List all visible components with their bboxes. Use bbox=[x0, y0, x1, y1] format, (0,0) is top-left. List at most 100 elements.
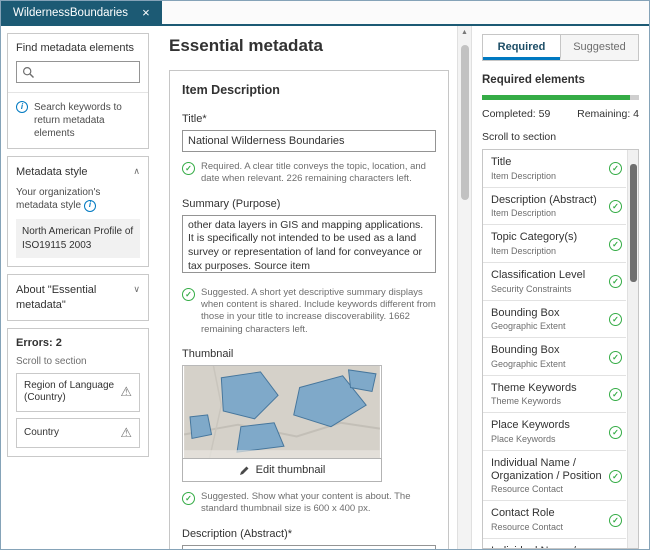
section-item-title: Individual Name / Organization / Positio… bbox=[491, 545, 605, 549]
editor-toolbar: AI ∨ ∨ A ∨ bbox=[183, 546, 435, 549]
search-icon bbox=[22, 66, 35, 79]
search-input[interactable] bbox=[35, 66, 134, 78]
edit-thumbnail-button[interactable]: Edit thumbnail bbox=[182, 458, 382, 482]
about-header[interactable]: About "Essential metadata" ∨ bbox=[16, 283, 140, 312]
section-item-text: Contact Role Resource Contact bbox=[491, 507, 563, 532]
view-tab-label: WildernessBoundaries bbox=[13, 7, 128, 19]
errors-count: Errors: 2 bbox=[16, 337, 140, 349]
section-list-item[interactable]: Individual Name / Organization / Positio… bbox=[483, 451, 626, 501]
section-item-group: Place Keywords bbox=[491, 434, 570, 444]
section-item-title: Bounding Box bbox=[491, 307, 566, 320]
tab-suggested[interactable]: Suggested bbox=[560, 35, 638, 60]
description-field-label: Description (Abstract)* bbox=[182, 528, 436, 540]
about-box: About "Essential metadata" ∨ bbox=[7, 274, 149, 321]
warning-icon: ⚠ bbox=[120, 425, 132, 441]
progress-fill bbox=[482, 95, 630, 100]
section-item-text: Individual Name / Organization / Positio… bbox=[491, 457, 605, 494]
editor-scrollbar[interactable]: ▲ bbox=[457, 26, 471, 549]
metadata-style-hint: Your organization's metadata stylei bbox=[16, 186, 140, 212]
error-item[interactable]: Country ⚠ bbox=[16, 418, 140, 448]
complete-check-icon: ✓ bbox=[609, 275, 622, 288]
find-metadata-box: Find metadata elements i Search keywords… bbox=[7, 33, 149, 149]
error-item[interactable]: Region of Language (Country) ⚠ bbox=[16, 373, 140, 412]
pencil-icon bbox=[239, 465, 250, 476]
section-list-item[interactable]: Classification Level Security Constraint… bbox=[483, 263, 626, 301]
section-item-title: Place Keywords bbox=[491, 419, 570, 432]
section-item-group: Theme Keywords bbox=[491, 396, 577, 406]
divider bbox=[8, 92, 148, 93]
section-list-item[interactable]: Title Item Description ✓ bbox=[483, 150, 626, 188]
errors-scroll-label: Scroll to section bbox=[16, 356, 140, 367]
section-item-text: Place Keywords Place Keywords bbox=[491, 419, 570, 444]
summary-note: ✓ Suggested. A short yet descriptive sum… bbox=[182, 287, 436, 336]
section-list-item[interactable]: Description (Abstract) Item Description … bbox=[483, 188, 626, 226]
summary-field-label: Summary (Purpose) bbox=[182, 198, 436, 210]
remaining-count: Remaining: 4 bbox=[577, 108, 639, 120]
section-item-title: Classification Level bbox=[491, 269, 585, 282]
section-list: Title Item Description ✓ Description (Ab… bbox=[482, 149, 639, 549]
info-icon[interactable]: i bbox=[16, 101, 28, 113]
scroll-to-section-label: Scroll to section bbox=[482, 131, 639, 143]
rich-text-editor: AI ∨ ∨ A ∨ bbox=[182, 545, 436, 549]
summary-textarea[interactable]: other data layers in GIS and mapping app… bbox=[182, 215, 436, 273]
complete-check-icon: ✓ bbox=[609, 238, 622, 251]
section-item-group: Resource Contact bbox=[491, 484, 605, 494]
tab-required[interactable]: Required bbox=[483, 35, 560, 60]
section-item-text: Bounding Box Geographic Extent bbox=[491, 344, 566, 369]
close-tab-icon[interactable]: × bbox=[142, 6, 150, 19]
section-list-item[interactable]: Bounding Box Geographic Extent ✓ bbox=[483, 301, 626, 339]
section-item-group: Resource Contact bbox=[491, 522, 563, 532]
section-item-text: Bounding Box Geographic Extent bbox=[491, 307, 566, 332]
error-list: Region of Language (Country) ⚠ Country ⚠ bbox=[16, 373, 140, 448]
page-title: Essential metadata bbox=[169, 36, 449, 56]
section-item-group: Item Description bbox=[491, 246, 577, 256]
warning-icon: ⚠ bbox=[120, 384, 132, 400]
check-icon: ✓ bbox=[182, 492, 195, 505]
complete-check-icon: ✓ bbox=[609, 351, 622, 364]
section-list-item[interactable]: Contact Role Resource Contact ✓ bbox=[483, 501, 626, 539]
section-item-text: Individual Name / Organization / Positio… bbox=[491, 545, 605, 549]
section-list-item[interactable]: Individual Name / Organization / Positio… bbox=[483, 539, 626, 549]
content-area: Find metadata elements i Search keywords… bbox=[1, 26, 649, 549]
about-title: About "Essential metadata" bbox=[16, 283, 127, 312]
required-elements-heading: Required elements bbox=[482, 74, 639, 86]
thumbnail-field-label: Thumbnail bbox=[182, 348, 436, 360]
metadata-editor-window: WildernessBoundaries × Find metadata ele… bbox=[0, 0, 650, 550]
completed-count: Completed: 59 bbox=[482, 108, 550, 120]
complete-check-icon: ✓ bbox=[609, 313, 622, 326]
section-item-text: Topic Category(s) Item Description bbox=[491, 231, 577, 256]
thumbnail-note: ✓ Suggested. Show what your content is a… bbox=[182, 491, 436, 516]
elements-tabs: Required Suggested bbox=[482, 34, 639, 61]
section-item-text: Theme Keywords Theme Keywords bbox=[491, 382, 577, 407]
section-item-title: Theme Keywords bbox=[491, 382, 577, 395]
expand-icon[interactable]: ∨ bbox=[133, 284, 140, 296]
section-item-text: Classification Level Security Constraint… bbox=[491, 269, 585, 294]
info-icon[interactable]: i bbox=[84, 200, 96, 212]
section-list-item[interactable]: Bounding Box Geographic Extent ✓ bbox=[483, 338, 626, 376]
complete-check-icon: ✓ bbox=[609, 514, 622, 527]
search-field[interactable] bbox=[16, 61, 140, 83]
collapse-icon[interactable]: ∧ bbox=[133, 166, 140, 178]
metadata-style-header[interactable]: Metadata style ∧ bbox=[16, 165, 140, 179]
scroll-up-arrow-icon[interactable]: ▲ bbox=[461, 29, 468, 40]
section-list-scrollbar[interactable] bbox=[627, 150, 638, 548]
scrollbar-thumb[interactable] bbox=[461, 45, 469, 200]
title-field-label: Title* bbox=[182, 113, 436, 125]
item-description-card: Item Description Title* ✓ Required. A cl… bbox=[169, 70, 449, 549]
scrollbar-thumb[interactable] bbox=[630, 164, 637, 282]
title-input[interactable] bbox=[182, 130, 436, 152]
section-item-text: Title Item Description bbox=[491, 156, 556, 181]
section-item-title: Bounding Box bbox=[491, 344, 566, 357]
view-tab-wilderness-boundaries[interactable]: WildernessBoundaries × bbox=[1, 1, 162, 24]
map-thumbnail bbox=[182, 365, 382, 459]
section-item-title: Topic Category(s) bbox=[491, 231, 577, 244]
search-hint-text: Search keywords to return metadata eleme… bbox=[34, 101, 140, 140]
section-list-item[interactable]: Topic Category(s) Item Description ✓ bbox=[483, 225, 626, 263]
section-list-item[interactable]: Theme Keywords Theme Keywords ✓ bbox=[483, 376, 626, 414]
section-item-group: Security Constraints bbox=[491, 284, 585, 294]
section-item-title: Individual Name / Organization / Positio… bbox=[491, 457, 605, 482]
section-item-group: Geographic Extent bbox=[491, 359, 566, 369]
error-item-label: Country bbox=[24, 427, 59, 440]
editor-panel: Essential metadata Item Description Titl… bbox=[155, 26, 457, 549]
section-list-item[interactable]: Place Keywords Place Keywords ✓ bbox=[483, 413, 626, 451]
